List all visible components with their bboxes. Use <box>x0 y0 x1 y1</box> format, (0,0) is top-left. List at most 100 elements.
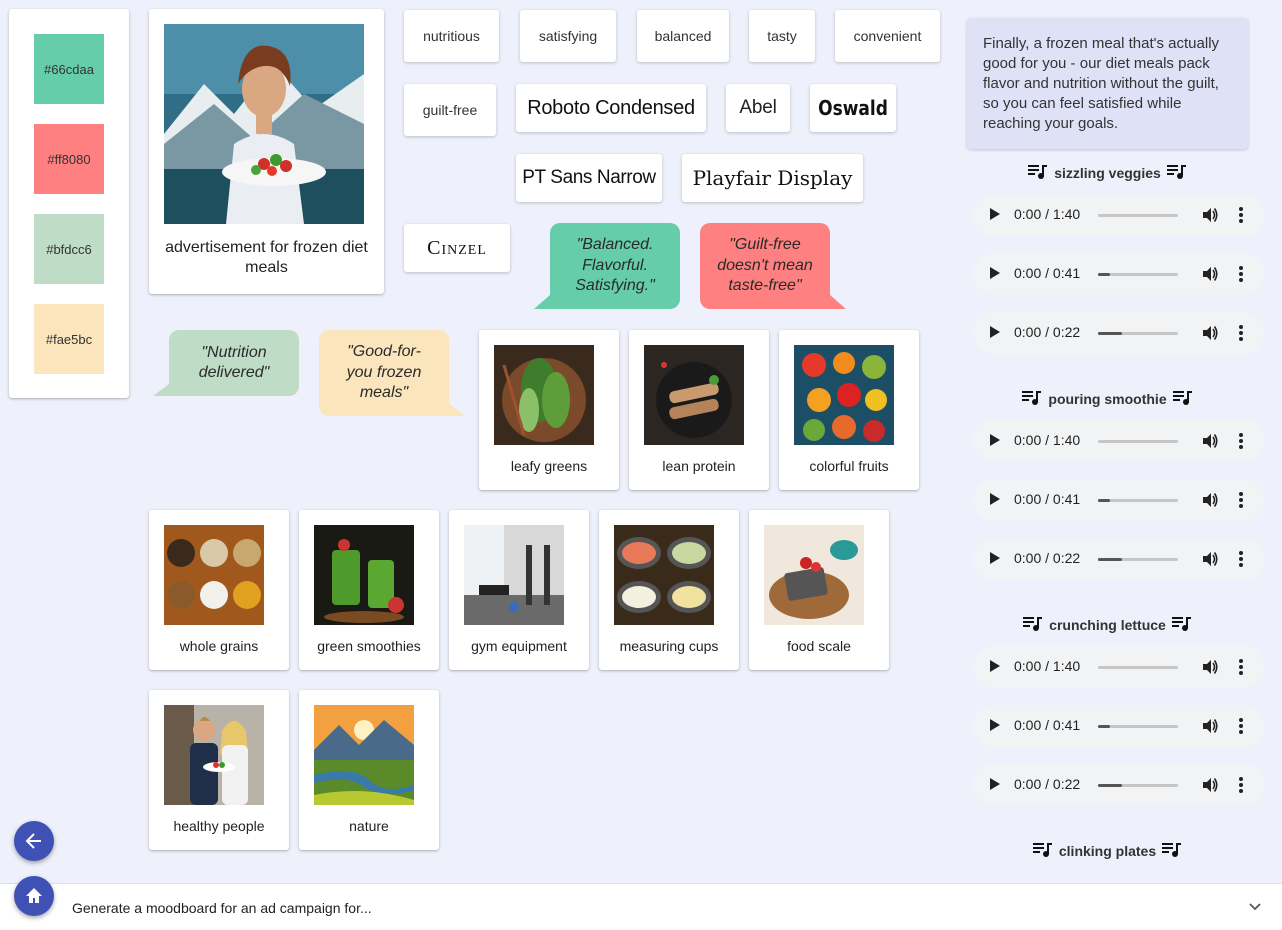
audio-progress-slider[interactable] <box>1098 273 1178 276</box>
audio-time: 0:00 / 1:40 <box>1014 432 1081 448</box>
image-tile: gym equipment <box>449 510 589 670</box>
more-options-icon[interactable] <box>1238 717 1244 735</box>
sound-title: sizzling veggies <box>1054 165 1161 181</box>
play-icon[interactable] <box>990 778 1000 790</box>
quote-bubble: "Guilt-free doesn't mean taste-free" <box>700 223 846 309</box>
more-options-icon[interactable] <box>1238 550 1244 568</box>
image-label: food scale <box>787 638 851 654</box>
prompt-bar[interactable]: Generate a moodboard for an ad campaign … <box>0 883 1282 930</box>
sound-title: crunching lettuce <box>1049 617 1166 633</box>
gym-equipment-image <box>464 525 564 625</box>
sound-heading: sizzling veggies <box>967 163 1248 181</box>
green-smoothies-image <box>314 525 414 625</box>
image-tile: healthy people <box>149 690 289 850</box>
audio-progress-fill <box>1098 332 1122 335</box>
image-tile: measuring cups <box>599 510 739 670</box>
quote-text: "Nutrition delivered" <box>198 343 270 382</box>
play-icon[interactable] <box>990 719 1000 731</box>
more-options-icon[interactable] <box>1238 658 1244 676</box>
color-swatch: #66cdaa <box>34 34 104 104</box>
back-button[interactable] <box>14 821 54 861</box>
measuring-cups-image <box>614 525 714 625</box>
play-icon[interactable] <box>990 326 1000 338</box>
audio-player[interactable]: 0:00 / 1:40 <box>973 194 1265 236</box>
volume-icon[interactable] <box>1201 491 1219 509</box>
playlist-music-icon <box>1023 617 1043 631</box>
more-options-icon[interactable] <box>1238 265 1244 283</box>
volume-icon[interactable] <box>1201 265 1219 283</box>
font-chip: Oswald <box>810 84 896 132</box>
keyword-chip: guilt-free <box>404 84 496 136</box>
audio-player[interactable]: 0:00 / 0:41 <box>973 253 1265 295</box>
quote-bubble: "Nutrition delivered" <box>153 330 299 396</box>
audio-progress-slider[interactable] <box>1098 440 1178 443</box>
play-icon[interactable] <box>990 552 1000 564</box>
more-options-icon[interactable] <box>1238 432 1244 450</box>
audio-time: 0:00 / 1:40 <box>1014 658 1081 674</box>
audio-progress-slider[interactable] <box>1098 666 1178 669</box>
audio-player[interactable]: 0:00 / 1:40 <box>973 420 1265 462</box>
play-icon[interactable] <box>990 267 1000 279</box>
audio-player[interactable]: 0:00 / 0:22 <box>973 538 1265 580</box>
image-label: gym equipment <box>471 638 567 654</box>
audio-time: 0:00 / 1:40 <box>1014 206 1081 222</box>
audio-time: 0:00 / 0:41 <box>1014 265 1081 281</box>
audio-time: 0:00 / 0:22 <box>1014 776 1081 792</box>
volume-icon[interactable] <box>1201 432 1219 450</box>
image-label: whole grains <box>179 638 259 654</box>
audio-progress-slider[interactable] <box>1098 784 1178 787</box>
food-scale-image <box>764 525 864 625</box>
home-icon <box>26 888 42 903</box>
image-label: measuring cups <box>619 638 719 654</box>
audio-progress-slider[interactable] <box>1098 725 1178 728</box>
audio-progress-slider[interactable] <box>1098 214 1178 217</box>
volume-icon[interactable] <box>1201 776 1219 794</box>
audio-progress-slider[interactable] <box>1098 499 1178 502</box>
keyword-chip: tasty <box>749 10 815 62</box>
volume-icon[interactable] <box>1201 206 1219 224</box>
color-swatch: #fae5bc <box>34 304 104 374</box>
play-icon[interactable] <box>990 434 1000 446</box>
audio-player[interactable]: 0:00 / 0:41 <box>973 705 1265 747</box>
quote-bubble: "Balanced. Flavorful. Satisfying." <box>534 223 680 309</box>
image-tile: green smoothies <box>299 510 439 670</box>
audio-player[interactable]: 0:00 / 0:41 <box>973 479 1265 521</box>
image-label: lean protein <box>662 458 736 474</box>
color-swatch: #bfdcc6 <box>34 214 104 284</box>
volume-icon[interactable] <box>1201 324 1219 342</box>
play-icon[interactable] <box>990 208 1000 220</box>
chevron-down-icon[interactable] <box>1248 902 1262 912</box>
audio-progress-fill <box>1098 499 1110 502</box>
more-options-icon[interactable] <box>1238 206 1244 224</box>
font-chip-label: Oswald <box>818 96 888 120</box>
more-options-icon[interactable] <box>1238 324 1244 342</box>
font-chip: PT Sans Narrow <box>516 154 662 202</box>
sound-title: pouring smoothie <box>1048 391 1167 407</box>
keyword-chip: balanced <box>637 10 729 62</box>
quote-bubble: "Good-for-you frozen meals" <box>319 330 465 416</box>
audio-player[interactable]: 0:00 / 1:40 <box>973 646 1265 688</box>
keyword-chip: satisfying <box>520 10 616 62</box>
playlist-music-icon <box>1162 843 1182 857</box>
volume-icon[interactable] <box>1201 550 1219 568</box>
playlist-music-icon <box>1166 165 1186 179</box>
volume-icon[interactable] <box>1201 658 1219 676</box>
bubble-tail <box>830 295 846 309</box>
more-options-icon[interactable] <box>1238 776 1244 794</box>
keyword-chip: convenient <box>835 10 940 62</box>
lean-protein-image <box>644 345 744 445</box>
font-chip: Playfair Display <box>682 154 863 202</box>
volume-icon[interactable] <box>1201 717 1219 735</box>
audio-player[interactable]: 0:00 / 0:22 <box>973 312 1265 354</box>
keyword-chip: nutritious <box>404 10 499 62</box>
audio-player[interactable]: 0:00 / 0:22 <box>973 764 1265 806</box>
quote-text: "Guilt-free doesn't mean taste-free" <box>717 236 813 295</box>
audio-progress-slider[interactable] <box>1098 332 1178 335</box>
play-icon[interactable] <box>990 493 1000 505</box>
audio-progress-slider[interactable] <box>1098 558 1178 561</box>
play-icon[interactable] <box>990 660 1000 672</box>
prompt-text: Generate a moodboard for an ad campaign … <box>72 900 372 916</box>
more-options-icon[interactable] <box>1238 491 1244 509</box>
font-chip: Cinzel <box>404 224 510 272</box>
home-button[interactable] <box>14 876 54 916</box>
